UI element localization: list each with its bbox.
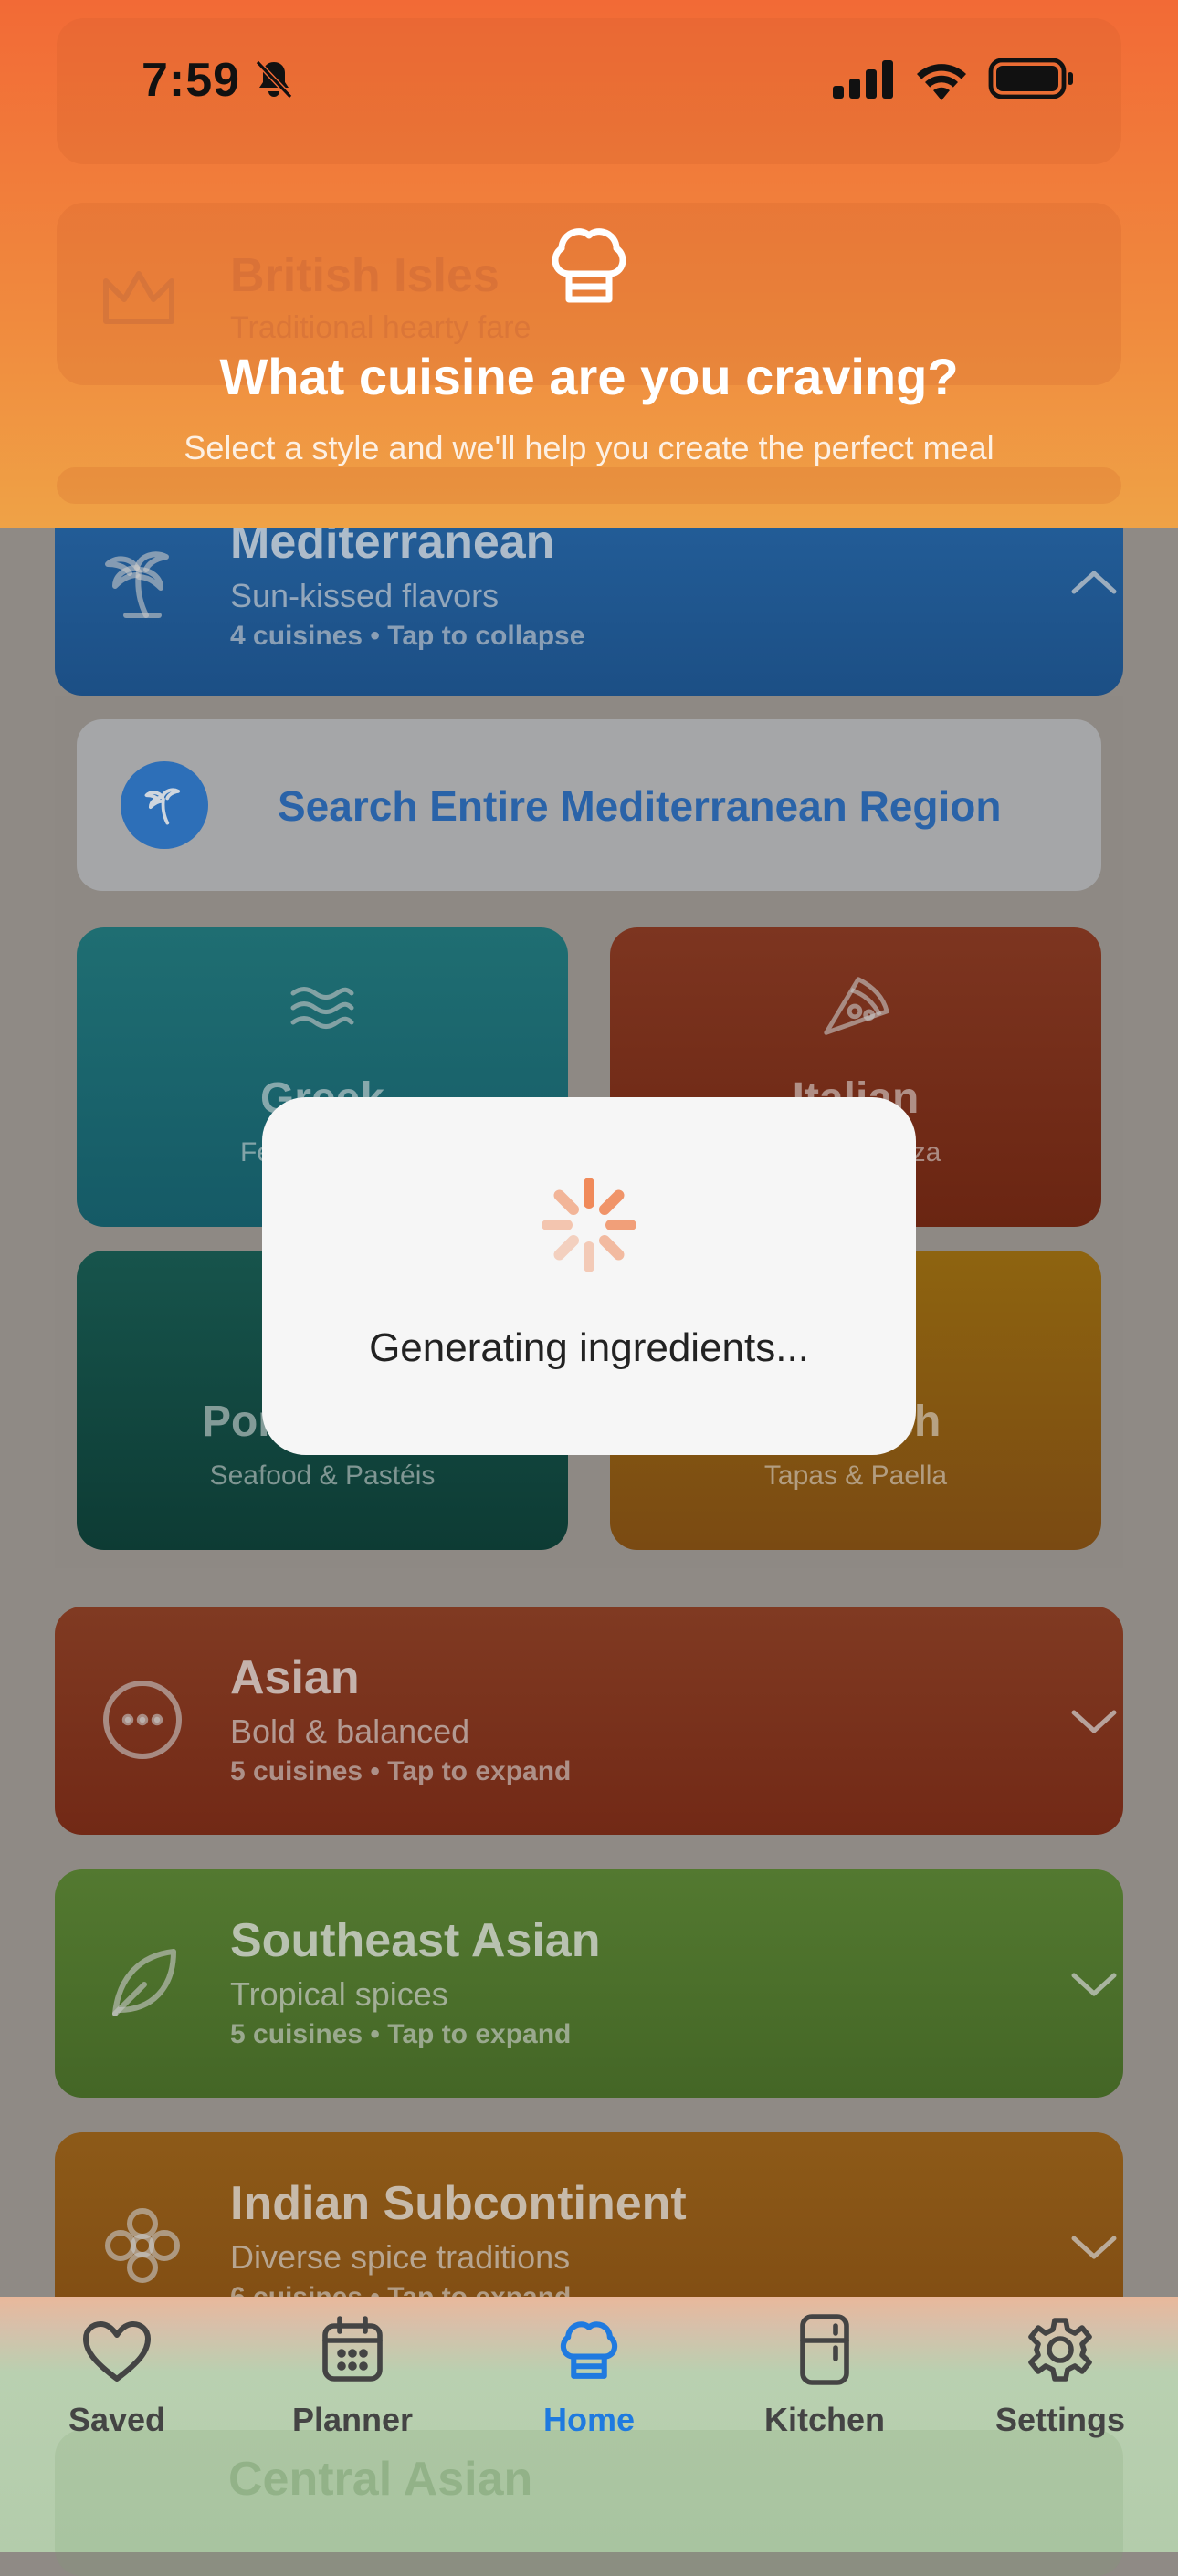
flower-icon bbox=[100, 2204, 184, 2292]
header: British Isles Traditional hearty fare 7:… bbox=[0, 0, 1178, 528]
region-meta: 4 cuisines • Tap to collapse bbox=[230, 621, 585, 651]
pizza-icon bbox=[815, 971, 894, 1049]
chevron-down-icon bbox=[1068, 1707, 1120, 1743]
cuisine-sub: Tapas & Paella bbox=[763, 1461, 948, 1491]
region-card-southeast-asian[interactable]: Southeast Asian Tropical spices 5 cuisin… bbox=[55, 1869, 1123, 2098]
search-region-button[interactable]: Search Entire Mediterranean Region bbox=[77, 719, 1101, 891]
loading-text: Generating ingredients... bbox=[369, 1325, 809, 1370]
chevron-down-icon bbox=[1068, 2233, 1120, 2268]
fridge-icon bbox=[797, 2313, 852, 2391]
tab-label: Saved bbox=[68, 2401, 166, 2438]
region-meta: 5 cuisines • Tap to expand bbox=[230, 2019, 572, 2049]
region-subtitle: Sun-kissed flavors bbox=[230, 577, 500, 614]
region-meta: 5 cuisines • Tap to expand bbox=[230, 1756, 572, 1786]
page-subtitle: Select a style and we'll help you create… bbox=[184, 429, 994, 466]
region-subtitle: Bold & balanced bbox=[230, 1712, 470, 1750]
ghost-title: Central Asian bbox=[228, 2453, 533, 2506]
palm-badge-icon bbox=[121, 761, 208, 849]
heart-icon bbox=[80, 2319, 153, 2389]
loading-modal: Generating ingredients... bbox=[262, 1097, 916, 1455]
region-title: Southeast Asian bbox=[230, 1914, 601, 1967]
battery-icon bbox=[988, 57, 1076, 105]
tab-label: Settings bbox=[994, 2401, 1125, 2438]
tab-label: Home bbox=[542, 2401, 636, 2438]
tab-label: Kitchen bbox=[763, 2401, 885, 2438]
cuisine-sub: Seafood & Pastéis bbox=[209, 1461, 436, 1491]
leaf-icon bbox=[100, 1941, 184, 2029]
gear-icon bbox=[1025, 2315, 1095, 2389]
region-title: Indian Subcontinent bbox=[230, 2177, 687, 2230]
spinner-icon bbox=[538, 1174, 640, 1281]
ghost-card-central-asian: Central Asian bbox=[55, 2430, 1123, 2576]
chef-hat-icon bbox=[543, 219, 635, 315]
chevron-down-icon bbox=[1068, 1970, 1120, 2005]
region-subtitle: Diverse spice traditions bbox=[230, 2238, 571, 2276]
palm-tree-icon bbox=[97, 539, 184, 631]
calendar-icon bbox=[320, 2315, 385, 2389]
bell-slash-icon bbox=[252, 58, 296, 105]
wifi-icon bbox=[913, 58, 970, 105]
ellipsis-circle-icon bbox=[100, 1678, 184, 1766]
ghost-card bbox=[57, 467, 1121, 504]
page-title: What cuisine are you craving? bbox=[219, 348, 959, 405]
region-card-asian[interactable]: Asian Bold & balanced 5 cuisines • Tap t… bbox=[55, 1607, 1123, 1835]
status-time: 7:59 bbox=[142, 54, 241, 107]
crown-icon bbox=[99, 267, 181, 335]
ghost-title: British Isles bbox=[230, 249, 500, 302]
chef-hat-icon bbox=[554, 2315, 624, 2389]
region-title: Asian bbox=[230, 1651, 360, 1704]
ghost-subtitle: Traditional hearty fare bbox=[230, 310, 531, 345]
chevron-up-icon bbox=[1068, 566, 1120, 602]
waves-icon bbox=[286, 979, 359, 1042]
tab-label: Planner bbox=[291, 2401, 414, 2438]
search-region-label: Search Entire Mediterranean Region bbox=[278, 782, 1002, 830]
region-subtitle: Tropical spices bbox=[230, 1975, 448, 2013]
signal-icon bbox=[833, 60, 897, 103]
